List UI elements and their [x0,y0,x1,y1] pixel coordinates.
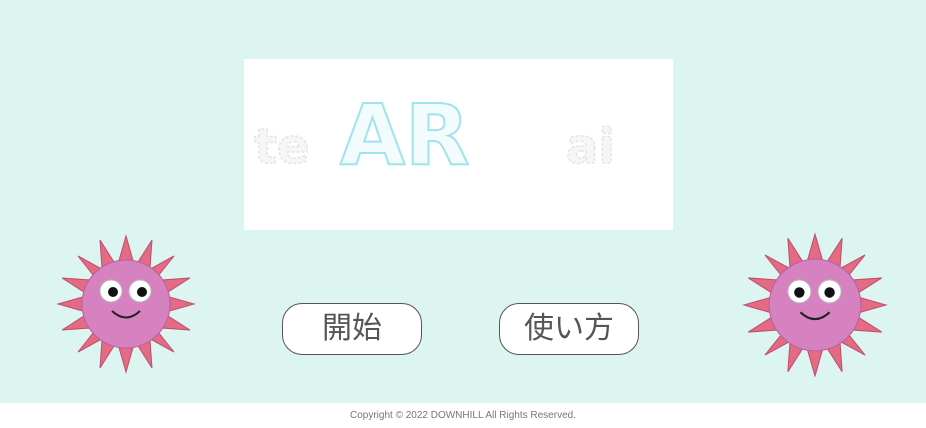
virus-mascot-icon [56,234,196,378]
start-button[interactable]: 開始 [282,303,422,355]
title-screen: te AR ai 開始 使い方 [0,0,926,403]
app-logo: te AR ai [244,59,673,230]
logo-prefix: te [254,119,310,175]
footer: Copyright © 2022 DOWNHILL All Rights Res… [0,403,926,428]
logo-suffix: ai [566,119,615,175]
copyright-text: Copyright © 2022 DOWNHILL All Rights Res… [350,410,576,421]
how-to-use-button[interactable]: 使い方 [499,303,639,355]
virus-mascot-icon [742,232,888,382]
logo-main: AR [340,86,470,184]
logo-graphic: te AR ai [253,85,615,185]
